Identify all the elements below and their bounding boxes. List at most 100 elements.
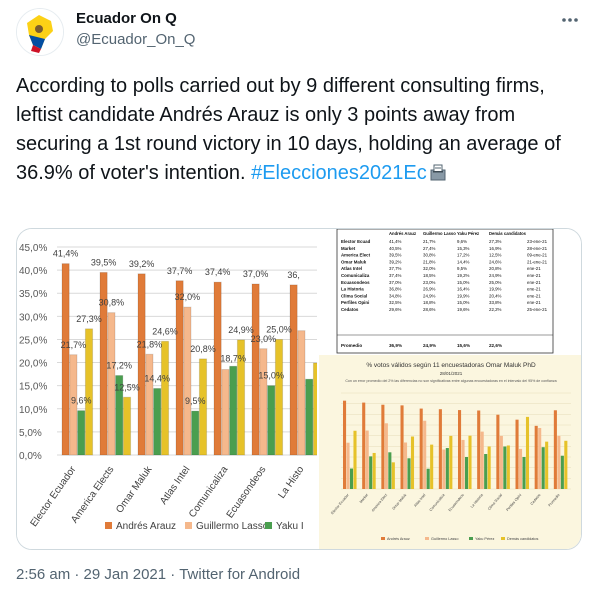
data-label: 9,5% xyxy=(185,396,206,406)
table-cell: 16,9% xyxy=(489,246,502,251)
table-cell: 24,9% xyxy=(489,273,502,278)
chart-bar xyxy=(297,330,306,456)
chart-bar xyxy=(518,448,523,489)
table-summary-cell: 15,6% xyxy=(457,343,470,348)
chart-bar xyxy=(407,458,411,489)
legend-swatch xyxy=(381,537,385,540)
x-tick-label: Atlas Intel xyxy=(158,464,192,506)
table-cell: 15,0% xyxy=(457,300,470,305)
chart-bar xyxy=(267,385,276,456)
tweet-source[interactable]: Twitter for Android xyxy=(179,566,300,583)
table-cell: 27,4% xyxy=(423,246,436,251)
table-cell: Omar Maluk xyxy=(341,259,367,264)
chart-bar xyxy=(477,410,481,489)
hashtag-link[interactable]: #Elecciones2021Ec xyxy=(251,162,427,184)
chart-bar xyxy=(400,405,404,489)
table-cell: 37,0% xyxy=(389,280,402,285)
x-tick-label: Ecuasondeos xyxy=(225,464,269,520)
table-cell: 24,6% xyxy=(489,259,502,264)
tweet-date[interactable]: 29 Jan 2021 xyxy=(84,566,167,583)
table-header: Guillermo Lasso xyxy=(423,231,456,236)
table-cell: 37,7% xyxy=(389,266,402,271)
chart-bar xyxy=(403,442,408,489)
legend-swatch xyxy=(425,537,429,540)
data-label: 39,2% xyxy=(129,259,155,269)
data-label: 37,7% xyxy=(167,266,193,276)
chart-date: 28/01/2021 xyxy=(440,371,463,376)
chart-bar xyxy=(259,348,268,456)
chart-bar xyxy=(410,436,415,489)
data-label: 24,6% xyxy=(152,326,178,336)
user-handle[interactable]: @Ecuador_On_Q xyxy=(76,31,195,48)
chart-bar xyxy=(480,431,484,489)
media-image-right[interactable]: Andrés Arauz Guillermo Lasso Yaku Pérez Dem… xyxy=(319,229,581,549)
chart-bar xyxy=(426,468,430,489)
tweet-timestamp: 2:56 am · 29 Jan 2021 · Twitter for Andr… xyxy=(16,566,300,583)
table-cell: La Historia xyxy=(341,287,364,292)
data-label: 12,5% xyxy=(114,382,140,392)
data-label: 41,4% xyxy=(53,249,79,259)
x-tick-label: Omar Maluk xyxy=(114,464,155,516)
table-cell: 09-ene-21 xyxy=(527,253,548,258)
table-cell: 21,7% xyxy=(423,239,436,244)
table-summary-cell: 22,6% xyxy=(489,343,502,348)
chart-bar xyxy=(221,368,230,456)
avatar[interactable] xyxy=(16,8,64,56)
table-cell: 24,9% xyxy=(423,293,436,298)
data-label: 23,0% xyxy=(251,334,277,344)
chart-bar xyxy=(251,283,260,456)
legend-label: Andrés Arauz xyxy=(116,521,176,532)
table-cell: 25-ene-21 xyxy=(527,307,548,312)
table-cell: 12,5% xyxy=(489,253,502,258)
legend-label: Guillermo Lasso xyxy=(431,537,458,541)
table-cell: Ecuasondeos xyxy=(341,280,370,285)
y-tick-label: 0,0% xyxy=(19,451,42,462)
x-tick-label: Comunicaliza xyxy=(187,464,231,520)
data-label: 20,8% xyxy=(190,344,216,354)
chart-bar xyxy=(191,410,200,456)
tweet-media[interactable]: 45,0% 40,0% 35,0% 30,0% 25,0% 20,0% 15,0% 10,0%… xyxy=(16,228,582,550)
data-label: 39,5% xyxy=(91,257,117,267)
chart-bar xyxy=(274,338,284,456)
chart-bar xyxy=(175,280,184,456)
table-cell: 17,2% xyxy=(457,253,470,258)
chart-bar xyxy=(289,284,298,456)
data-label: 24,9% xyxy=(228,325,254,335)
y-tick-label: 15,0% xyxy=(19,382,47,393)
chart-bar xyxy=(430,444,434,489)
chart-bar xyxy=(560,455,564,489)
media-image-left[interactable]: 45,0% 40,0% 35,0% 30,0% 25,0% 20,0% 15,0% 10,0%… xyxy=(17,229,322,549)
data-label: 30,8% xyxy=(99,298,125,308)
chart-bar xyxy=(419,408,423,489)
y-tick-label: 10,0% xyxy=(19,405,47,416)
table-cell: 9,6% xyxy=(457,239,467,244)
table-cell: 32,5% xyxy=(389,300,402,305)
chart-bar xyxy=(487,446,491,489)
legend-label: Demás candidatos xyxy=(507,537,539,541)
table-cell: 20,4% xyxy=(489,293,502,298)
separator-dot: · xyxy=(166,566,180,583)
chart-bar xyxy=(372,452,376,489)
chart-bar xyxy=(153,387,162,456)
table-cell: 18,8% xyxy=(423,300,436,305)
chart-bar xyxy=(346,442,350,489)
data-label: 17,2% xyxy=(106,361,132,371)
legend-swatch xyxy=(105,522,112,529)
display-name[interactable]: Ecuador On Q xyxy=(76,10,177,27)
table-summary-cell: 24,9% xyxy=(423,343,436,348)
chart-bar xyxy=(198,358,208,456)
legend-label: Yaku Pérez xyxy=(475,537,494,541)
chart-bar xyxy=(369,456,373,489)
tweet-time[interactable]: 2:56 am xyxy=(16,566,70,583)
table-cell: 18,5% xyxy=(423,273,436,278)
chart-bar xyxy=(160,340,170,456)
chart-bar xyxy=(384,423,388,489)
more-dots-icon[interactable] xyxy=(560,10,580,35)
chart-bar xyxy=(445,448,449,489)
chart-bar xyxy=(468,435,472,489)
chart-bar xyxy=(484,454,488,489)
chart-bar xyxy=(553,410,557,489)
ballot-box-icon xyxy=(429,161,447,190)
table-cell: ene-21 xyxy=(527,287,541,292)
chart-bar xyxy=(534,425,538,489)
